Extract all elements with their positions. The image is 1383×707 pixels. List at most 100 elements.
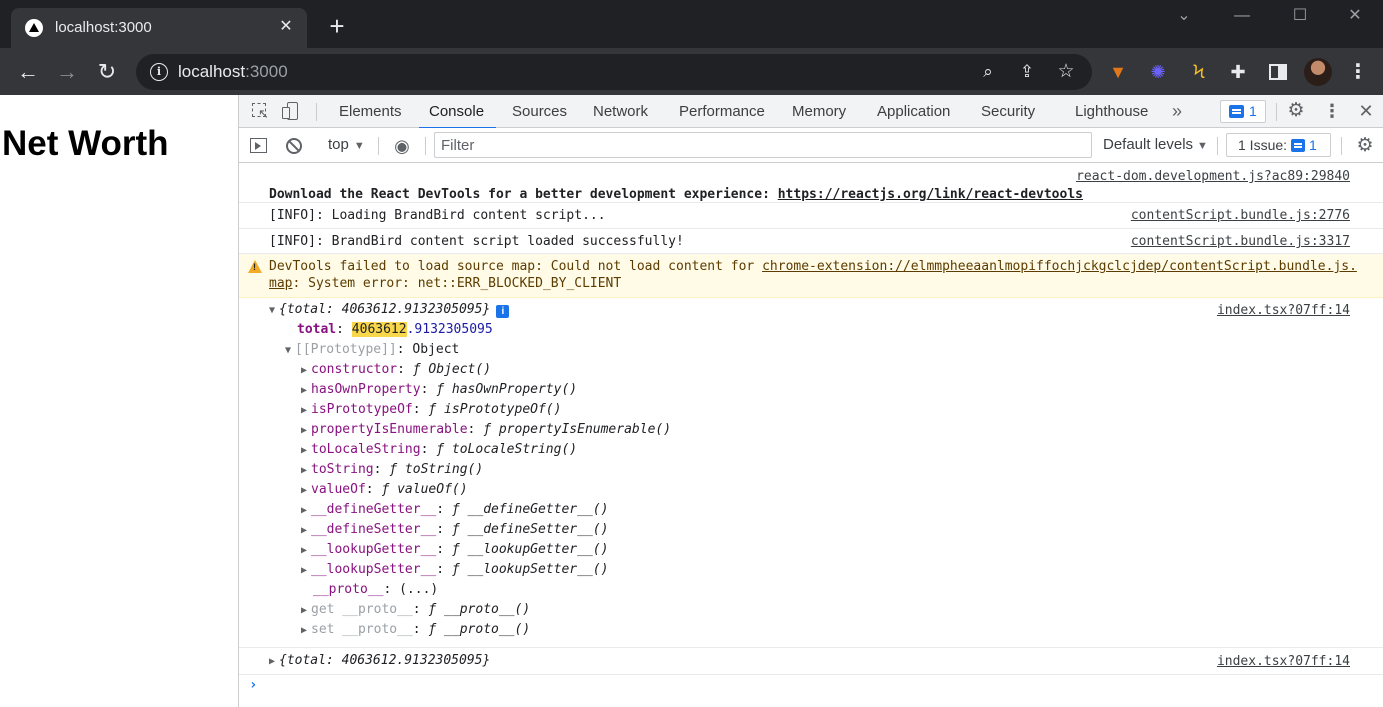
live-expression-eye-icon[interactable]: ◉: [391, 135, 413, 157]
triangle-expanded-icon[interactable]: ▼: [269, 301, 279, 321]
filter-input[interactable]: [434, 132, 1092, 158]
tab-sources[interactable]: Sources: [512, 95, 567, 128]
message-source-link[interactable]: index.tsx?07ff:14: [1217, 303, 1350, 318]
property-proto[interactable]: __proto__: (...): [313, 580, 438, 600]
tab-title: localhost:3000: [55, 19, 152, 36]
message-source-link[interactable]: contentScript.bundle.js:2776: [1131, 208, 1350, 223]
prototype-node[interactable]: ▼ [[Prototype]]: Object: [285, 340, 459, 361]
browser-tab[interactable]: localhost:3000 ✕: [11, 8, 307, 48]
message-source-link[interactable]: react-dom.development.js?ac89:29840: [1076, 169, 1350, 184]
triangle-collapsed-icon[interactable]: ▶: [301, 401, 311, 421]
triangle-collapsed-icon[interactable]: ▶: [301, 561, 311, 581]
issue-bubble-icon: [1291, 139, 1306, 152]
metamask-fox-icon[interactable]: ▼: [1106, 60, 1130, 84]
message-source-link[interactable]: contentScript.bundle.js:3317: [1131, 234, 1350, 249]
page-viewport: Net Worth: [0, 95, 238, 707]
prototype-member[interactable]: ▶ hasOwnProperty: ƒ hasOwnProperty(): [301, 380, 577, 401]
object-summary[interactable]: ▼ {total: 4063612.9132305095} i: [269, 300, 510, 321]
inspect-element-icon[interactable]: ↖: [249, 100, 271, 122]
triangle-expanded-icon[interactable]: ▼: [285, 341, 295, 361]
tab-performance[interactable]: Performance: [679, 95, 765, 128]
forward-arrow-icon[interactable]: →: [52, 57, 82, 87]
context-selector[interactable]: top ▼: [328, 136, 365, 153]
prototype-member[interactable]: ▶ __defineGetter__: ƒ __defineGetter__(): [301, 500, 608, 521]
back-arrow-icon[interactable]: ←: [13, 57, 43, 87]
toolbar-divider: [1217, 137, 1218, 155]
message-source-link[interactable]: index.tsx?07ff:14: [1217, 654, 1350, 669]
show-sidebar-icon[interactable]: [248, 135, 270, 157]
console-prompt-icon[interactable]: ›: [249, 677, 257, 693]
triangle-collapsed-icon[interactable]: ▶: [301, 461, 311, 481]
clear-console-icon[interactable]: [283, 135, 305, 157]
message-text: DevTools failed to load source map: Coul…: [269, 259, 1357, 291]
tab-network[interactable]: Network: [593, 95, 648, 128]
property-getter[interactable]: ▶ get __proto__: ƒ __proto__(): [301, 600, 530, 621]
device-toolbar-icon[interactable]: [281, 100, 303, 122]
tab-search-icon[interactable]: ⌄: [1156, 0, 1212, 32]
prototype-member[interactable]: ▶ __defineSetter__: ƒ __defineSetter__(): [301, 520, 608, 541]
close-devtools-icon[interactable]: ✕: [1355, 100, 1377, 122]
devtools-menu-icon[interactable]: ⋮: [1321, 100, 1343, 122]
address-url[interactable]: localhost:3000: [178, 62, 288, 82]
triangle-collapsed-icon[interactable]: ▶: [301, 541, 311, 561]
maximize-icon[interactable]: ☐: [1272, 0, 1328, 32]
triangle-collapsed-icon[interactable]: ▶: [301, 421, 311, 441]
triangle-collapsed-icon[interactable]: ▶: [301, 381, 311, 401]
share-icon[interactable]: ⇪: [1015, 60, 1039, 84]
prototype-member[interactable]: ▶ toLocaleString: ƒ toLocaleString(): [301, 440, 577, 461]
prototype-member[interactable]: ▶ propertyIsEnumerable: ƒ propertyIsEnume…: [301, 420, 671, 441]
triangle-collapsed-icon[interactable]: ▶: [301, 481, 311, 501]
tab-security[interactable]: Security: [981, 95, 1035, 128]
console-message-log: index.tsx?07ff:14 ▼ {total: 4063612.91323…: [239, 298, 1383, 648]
zoom-icon[interactable]: ⌕: [976, 60, 1000, 84]
extension-bolt-icon[interactable]: Ϟ: [1187, 60, 1211, 84]
property-setter[interactable]: ▶ set __proto__: ƒ __proto__(): [301, 620, 530, 641]
more-tabs-icon[interactable]: »: [1172, 95, 1182, 128]
tab-application[interactable]: Application: [877, 95, 950, 128]
settings-gear-icon[interactable]: ⚙: [1285, 100, 1307, 122]
member-value: ƒ __lookupSetter__(): [451, 562, 609, 577]
react-devtools-link[interactable]: https://reactjs.org/link/react-devtools: [778, 187, 1083, 202]
console-message-react: react-dom.development.js?ac89:29840 Down…: [239, 163, 1383, 203]
prototype-member[interactable]: ▶ valueOf: ƒ valueOf(): [301, 480, 468, 501]
prototype-member[interactable]: ▶ __lookupSetter__: ƒ __lookupSetter__(): [301, 560, 608, 581]
nextjs-favicon-icon: [25, 19, 43, 37]
console-settings-gear-icon[interactable]: ⚙: [1354, 135, 1376, 157]
info-icon[interactable]: i: [496, 305, 510, 318]
tab-elements[interactable]: Elements: [339, 95, 402, 128]
tab-console[interactable]: Console: [418, 95, 497, 129]
prototype-member[interactable]: ▶ constructor: ƒ Object(): [301, 360, 491, 381]
triangle-collapsed-icon[interactable]: ▶: [301, 601, 311, 621]
extensions-puzzle-icon[interactable]: ✚: [1226, 60, 1250, 84]
reload-icon[interactable]: ↻: [92, 57, 122, 87]
minimize-icon[interactable]: —: [1214, 0, 1270, 32]
prototype-member[interactable]: ▶ isPrototypeOf: ƒ isPrototypeOf(): [301, 400, 561, 421]
browser-menu-icon[interactable]: ⋮: [1346, 57, 1370, 87]
triangle-collapsed-icon[interactable]: ▶: [301, 501, 311, 521]
prototype-member[interactable]: ▶ __lookupGetter__: ƒ __lookupGetter__(): [301, 540, 608, 561]
messages-badge[interactable]: 1: [1220, 100, 1266, 123]
address-bar[interactable]: i localhost:3000 ⌕ ⇪ ☆: [136, 54, 1092, 90]
triangle-collapsed-icon[interactable]: ▶: [269, 652, 279, 672]
prototype-member[interactable]: ▶ toString: ƒ toString(): [301, 460, 483, 481]
new-tab-button[interactable]: +: [322, 12, 352, 42]
toolbar-divider: [316, 103, 317, 121]
page-title: Net Worth: [2, 124, 169, 163]
window-close-icon[interactable]: ✕: [1327, 0, 1383, 32]
triangle-collapsed-icon[interactable]: ▶: [301, 521, 311, 541]
devtools-panel: ↖ Elements Console Sources Network Perfo…: [238, 95, 1383, 707]
triangle-collapsed-icon[interactable]: ▶: [301, 621, 311, 641]
triangle-collapsed-icon[interactable]: ▶: [301, 361, 311, 381]
profile-avatar[interactable]: [1304, 58, 1332, 86]
close-tab-icon[interactable]: ✕: [275, 16, 297, 38]
site-info-icon[interactable]: i: [150, 63, 168, 81]
triangle-collapsed-icon[interactable]: ▶: [301, 441, 311, 461]
tab-lighthouse[interactable]: Lighthouse: [1075, 95, 1148, 128]
issues-button[interactable]: 1 Issue: 1: [1226, 133, 1331, 157]
tab-memory[interactable]: Memory: [792, 95, 846, 128]
log-levels-dropdown[interactable]: Default levels ▼: [1103, 136, 1208, 153]
extension-flower-icon[interactable]: ✺: [1146, 60, 1170, 84]
side-panel-icon[interactable]: [1266, 60, 1290, 84]
bookmark-star-icon[interactable]: ☆: [1054, 60, 1078, 84]
object-summary[interactable]: ▶ {total: 4063612.9132305095}: [269, 651, 490, 672]
